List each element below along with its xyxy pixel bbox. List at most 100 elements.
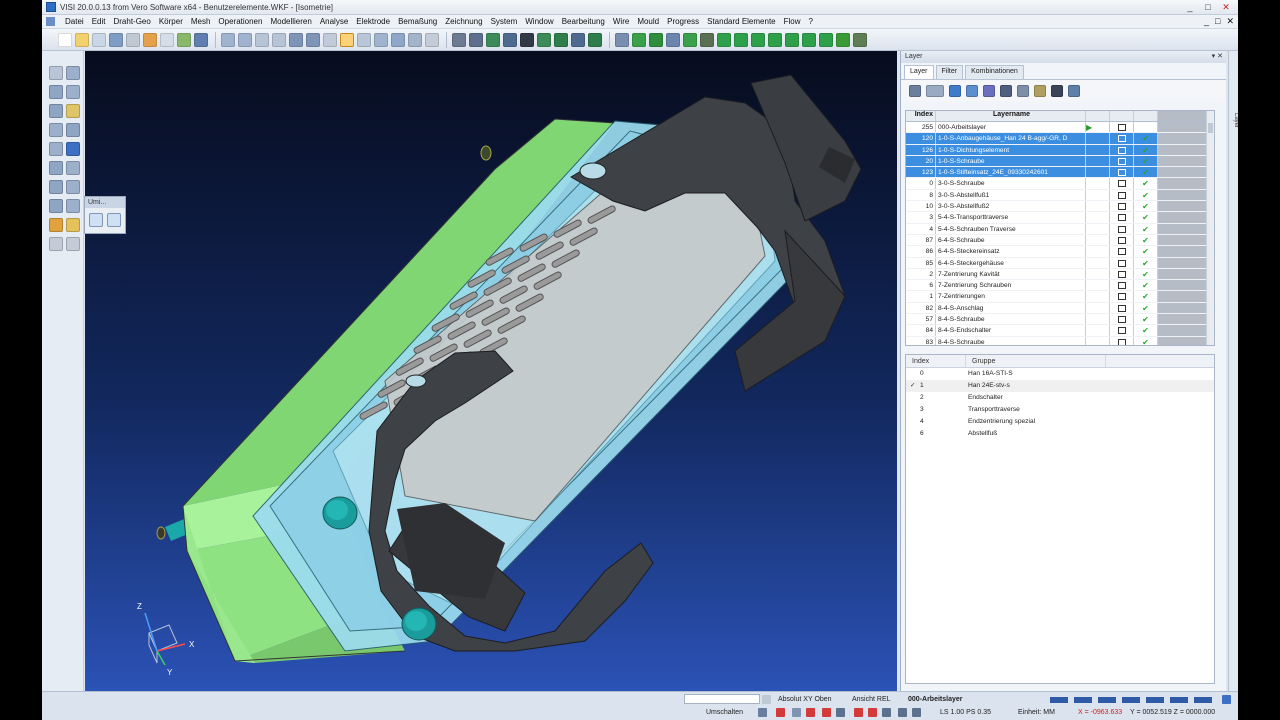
command-input[interactable] — [684, 694, 760, 704]
layer-lock-cell[interactable] — [1110, 314, 1134, 325]
layer-visible-cell[interactable]: ✔ — [1134, 189, 1158, 201]
layer-visible-cell[interactable]: ✔ — [1134, 212, 1158, 223]
layer-visible-cell[interactable]: ✔ — [1134, 280, 1158, 291]
measure-icon[interactable] — [66, 180, 80, 194]
menu-flow[interactable]: Flow — [780, 17, 805, 26]
view-reference[interactable]: Ansicht REL — [852, 694, 891, 705]
open-icon[interactable] — [92, 32, 106, 47]
tool-3-icon[interactable] — [486, 32, 500, 47]
layer-lock-cell[interactable] — [1110, 336, 1134, 345]
help-icon[interactable] — [1222, 695, 1231, 704]
attribute-icon[interactable] — [49, 218, 63, 232]
tab-filter[interactable]: Filter — [935, 65, 964, 79]
layer-active-cell[interactable] — [1086, 234, 1110, 246]
layer-visible-cell[interactable]: ✔ — [1134, 133, 1158, 144]
rotate-left-icon[interactable] — [89, 213, 103, 227]
tab-kombinationen[interactable]: Kombinationen — [965, 65, 1024, 79]
layer-active-cell[interactable] — [1086, 291, 1110, 302]
copy-icon[interactable] — [160, 32, 174, 47]
layer-new-icon[interactable] — [949, 84, 961, 97]
group-header-index[interactable]: Index — [906, 355, 966, 367]
menu-datei[interactable]: Datei — [61, 17, 88, 26]
group-row[interactable]: 6 Abstellfuß — [906, 428, 1214, 440]
menu-window[interactable]: Window — [521, 17, 557, 26]
floating-palette[interactable]: Umi... — [84, 196, 126, 234]
close-button[interactable]: ✕ — [1218, 1, 1234, 13]
layer-visible-cell[interactable]: ✔ — [1134, 302, 1158, 314]
open-folder-icon[interactable] — [75, 32, 89, 47]
model-icon[interactable] — [898, 708, 907, 717]
layer-active-cell[interactable] — [1086, 178, 1110, 189]
select-icon[interactable] — [49, 66, 63, 80]
rotate-icon[interactable] — [272, 32, 286, 47]
snap-icon[interactable] — [758, 708, 767, 717]
layer-filter-icon[interactable] — [983, 84, 995, 97]
layer-visible-cell[interactable]: ✔ — [1134, 144, 1158, 155]
tool-24-icon[interactable] — [853, 32, 867, 47]
menu-zeichnung[interactable]: Zeichnung — [441, 17, 486, 26]
polyline-icon[interactable] — [66, 85, 80, 99]
layer-lock-cell[interactable] — [1110, 178, 1134, 189]
layer-lock-cell[interactable] — [1110, 246, 1134, 257]
layer-row[interactable]: 3 5-4-S-Transporttraverse ✔ — [906, 212, 1214, 224]
move-icon[interactable] — [66, 104, 80, 118]
doc-restore-button[interactable]: □ — [1215, 16, 1220, 27]
layer-active-cell[interactable] — [1086, 201, 1110, 212]
wireframe-icon[interactable] — [374, 32, 388, 47]
menu-mesh[interactable]: Mesh — [187, 17, 215, 26]
tool-11-icon[interactable] — [632, 32, 646, 47]
layer-active-cell[interactable] — [1086, 280, 1110, 291]
tool-7-icon[interactable] — [554, 32, 568, 47]
layer-active-cell[interactable] — [1086, 189, 1110, 201]
layer-visible-cell[interactable]: ✔ — [1134, 336, 1158, 345]
rotate-right-icon[interactable] — [107, 213, 121, 227]
layer-lock-cell[interactable] — [1110, 212, 1134, 223]
menu-progress[interactable]: Progress — [663, 17, 703, 26]
layer-lock-cell[interactable] — [1110, 144, 1134, 155]
layer-active-cell[interactable] — [1086, 144, 1110, 155]
view-top-icon[interactable] — [306, 32, 320, 47]
tool-21-icon[interactable] — [802, 32, 816, 47]
layer-table-scrollbar[interactable] — [1206, 111, 1214, 345]
layer-lock-cell[interactable] — [1110, 268, 1134, 280]
curve-icon[interactable] — [66, 123, 80, 137]
tab-layer[interactable]: Layer — [904, 65, 934, 79]
layer-row[interactable]: 82 8-4-S-Anschlag ✔ — [906, 302, 1214, 315]
lwt-icon[interactable] — [882, 708, 891, 717]
layer-lock-cell[interactable] — [1110, 291, 1134, 302]
layer-row[interactable]: 57 8-4-S-Schraube ✔ — [906, 314, 1214, 326]
maximize-button[interactable]: □ — [1200, 1, 1216, 13]
group-row[interactable]: ✓ 1 Han 24E-stv-s — [906, 380, 1214, 392]
search-icon[interactable] — [762, 695, 771, 704]
layer-lock-cell[interactable] — [1110, 257, 1134, 268]
layer-active-cell[interactable] — [1086, 223, 1110, 234]
layer-refresh-icon[interactable] — [1068, 84, 1080, 97]
layer-lock-cell[interactable] — [1110, 201, 1134, 212]
hidden-lines-icon[interactable] — [408, 32, 422, 47]
layer-lock-cell[interactable] — [1110, 122, 1134, 133]
layer-row[interactable]: 83 8-4-S-Schraube ✔ — [906, 336, 1214, 345]
group-header-name[interactable]: Gruppe — [966, 355, 1106, 367]
tool-14-icon[interactable] — [683, 32, 697, 47]
doc-close-button[interactable]: ✕ — [1226, 16, 1234, 27]
rectangle-icon[interactable] — [49, 85, 63, 99]
active-layer[interactable]: 000-Arbeitslayer — [908, 694, 962, 705]
menu-wire[interactable]: Wire — [609, 17, 633, 26]
scale-icon[interactable] — [912, 708, 921, 717]
layer-visible-cell[interactable]: ✔ — [1134, 257, 1158, 268]
tool-16-icon[interactable] — [717, 32, 731, 47]
tool-20-icon[interactable] — [785, 32, 799, 47]
menu-bearbeitung[interactable]: Bearbeitung — [558, 17, 609, 26]
layer-visible-cell[interactable]: ✔ — [1134, 178, 1158, 189]
grid-snap-icon[interactable] — [792, 708, 801, 717]
offset-icon[interactable] — [66, 142, 80, 156]
tool-9-icon[interactable] — [588, 32, 602, 47]
minimize-button[interactable]: _ — [1182, 1, 1198, 13]
layer-visible-cell[interactable]: ✔ — [1134, 325, 1158, 336]
layer-row[interactable]: 84 8-4-S-Endschalter ✔ — [906, 325, 1214, 337]
layer-active-cell[interactable] — [1086, 302, 1110, 314]
doc-minimize-button[interactable]: _ — [1204, 16, 1209, 27]
menu-mould[interactable]: Mould — [633, 17, 663, 26]
layer-row[interactable]: 6 7-Zentrierung Schrauben ✔ — [906, 280, 1214, 292]
shaded-icon[interactable] — [391, 32, 405, 47]
